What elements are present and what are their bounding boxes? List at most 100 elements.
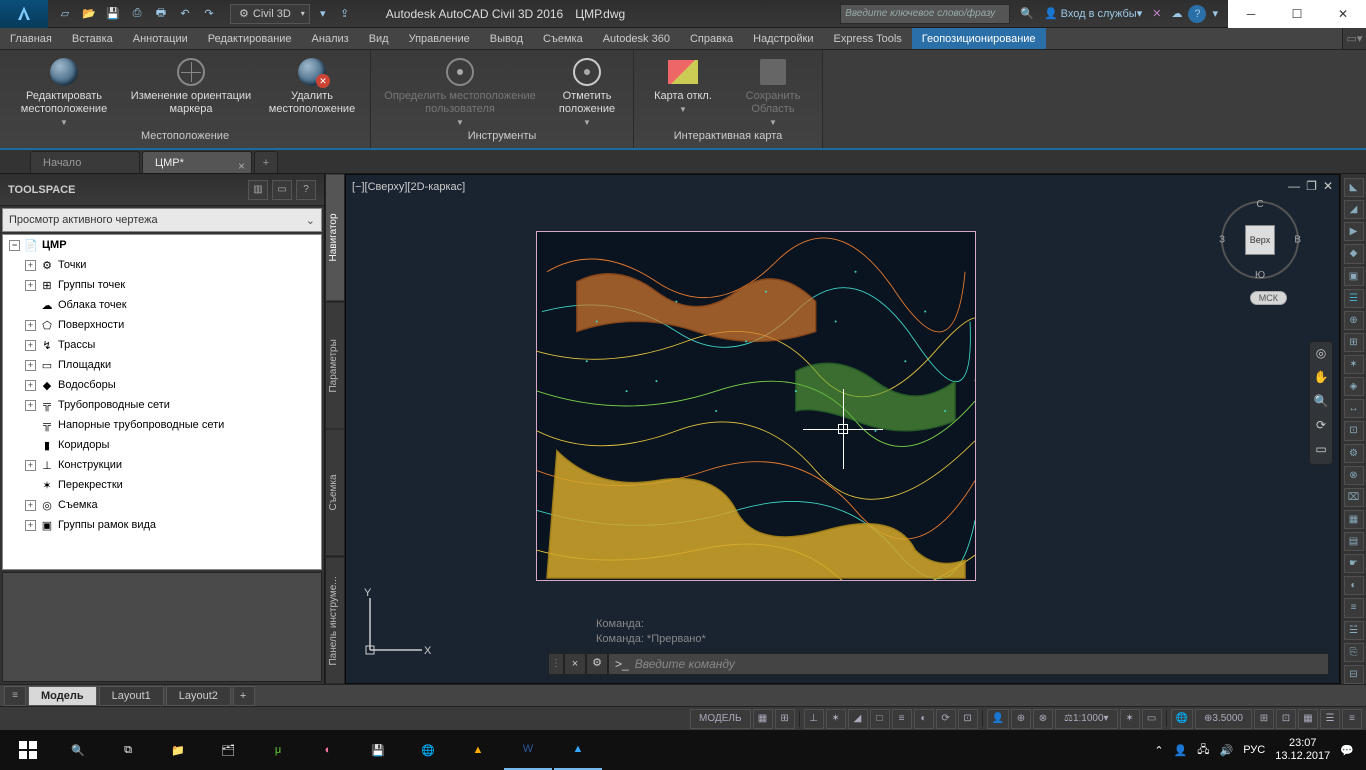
layout-nav-icon[interactable]: ≡ xyxy=(4,686,26,706)
orbit-icon[interactable]: ⟳ xyxy=(1312,418,1330,436)
remove-location-button[interactable]: Удалить местоположение xyxy=(258,52,366,130)
rt-btn[interactable]: ▣ xyxy=(1344,267,1364,286)
minimize-button[interactable]: ─ xyxy=(1228,0,1274,28)
anno-scale[interactable]: ⚖ 1:1000 ▾ xyxy=(1055,709,1118,729)
polar-icon[interactable]: ✶ xyxy=(826,709,846,729)
zoom-icon[interactable]: 🔍 xyxy=(1312,394,1330,412)
viewcube[interactable]: Верх С Ю В З xyxy=(1221,201,1299,279)
vtab-settings[interactable]: Параметры xyxy=(325,302,345,430)
ortho-icon[interactable]: ⊥ xyxy=(804,709,824,729)
tab-geolocation[interactable]: Геопозиционирование xyxy=(912,28,1046,49)
sb-btn[interactable]: 🌐 xyxy=(1171,709,1193,729)
explorer-icon[interactable]: 📁 xyxy=(154,730,202,770)
maximize-button[interactable]: ☐ xyxy=(1274,0,1320,28)
transparency-icon[interactable]: ◐ xyxy=(914,709,934,729)
saveas-icon[interactable]: ⎙ xyxy=(126,3,148,25)
modelspace-toggle[interactable]: МОДЕЛЬ xyxy=(690,709,750,729)
save-icon[interactable]: 💾 xyxy=(102,3,124,25)
tab-survey[interactable]: Съемка xyxy=(533,28,593,49)
search-button[interactable]: 🔍 xyxy=(54,730,102,770)
tree-item-pipenetworks[interactable]: +╦Трубопроводные сети xyxy=(3,395,321,415)
volume-icon[interactable]: 🔊 xyxy=(1220,744,1234,757)
snap-icon[interactable]: ⊞ xyxy=(775,709,795,729)
tree-item-intersections[interactable]: ✶Перекрестки xyxy=(3,475,321,495)
rt-btn[interactable]: ▶ xyxy=(1344,222,1364,241)
tree-item-alignments[interactable]: +↯Трассы xyxy=(3,335,321,355)
sb-btn[interactable]: ⊕ xyxy=(1011,709,1031,729)
doc-tab-start[interactable]: Начало xyxy=(30,151,140,173)
utorrent-icon[interactable]: μ xyxy=(254,730,302,770)
toolspace-view-dropdown[interactable]: Просмотр активного чертежа xyxy=(2,208,322,232)
word-icon[interactable]: W xyxy=(504,730,552,770)
new-doc-tab-button[interactable]: + xyxy=(254,151,278,173)
network-icon[interactable]: 🖧 xyxy=(1197,741,1209,760)
locate-me-button[interactable]: Определить местоположение пользователя▼ xyxy=(375,52,545,130)
app2-icon[interactable]: ▲ xyxy=(454,730,502,770)
save-app-icon[interactable]: 💾 xyxy=(354,730,402,770)
vtab-survey[interactable]: Съемка xyxy=(325,429,345,557)
command-input[interactable]: >_ Введите команду xyxy=(608,653,1329,675)
edit-location-button[interactable]: Редактировать местоположение▼ xyxy=(4,52,124,130)
showmotion-icon[interactable]: ▭ xyxy=(1312,442,1330,460)
vp-close-icon[interactable]: ✕ xyxy=(1323,179,1333,193)
reorient-marker-button[interactable]: Изменение ориентации маркера xyxy=(124,52,258,130)
tab-addons[interactable]: Надстройки xyxy=(743,28,823,49)
tree-item-assemblies[interactable]: +⊥Конструкции xyxy=(3,455,321,475)
grid-icon[interactable]: ▦ xyxy=(753,709,773,729)
elevation-readout[interactable]: ⊕ 3.5000 xyxy=(1195,709,1252,729)
rt-btn[interactable]: ▦ xyxy=(1344,510,1364,529)
vp-restore-icon[interactable]: ❐ xyxy=(1306,179,1317,193)
rt-btn[interactable]: ⎘ xyxy=(1344,643,1364,662)
people-icon[interactable]: 👤 xyxy=(1174,744,1188,757)
clock[interactable]: 23:07 13.12.2017 xyxy=(1275,737,1330,763)
notifications-icon[interactable]: 💬 xyxy=(1340,744,1354,757)
prospector-tree[interactable]: −📄ЦМР +⚙Точки +⊞Группы точек ☁Облака точ… xyxy=(2,234,322,570)
rt-btn[interactable]: ⊞ xyxy=(1344,333,1364,352)
a360-icon[interactable]: ☁ xyxy=(1167,3,1186,25)
search-go-icon[interactable]: 🔍 xyxy=(1016,3,1038,25)
undo-icon[interactable]: ↶ xyxy=(174,3,196,25)
sb-btn[interactable]: ✶ xyxy=(1120,709,1140,729)
help-dd-icon[interactable]: ▾ xyxy=(1208,3,1222,25)
mark-position-button[interactable]: Отметить положение▼ xyxy=(545,52,629,130)
sb-btn[interactable]: ⊞ xyxy=(1254,709,1274,729)
rt-btn[interactable]: ◈ xyxy=(1344,377,1364,396)
plot-icon[interactable]: 🖶 xyxy=(150,3,172,25)
sb-btn[interactable]: ☰ xyxy=(1320,709,1340,729)
tree-root[interactable]: −📄ЦМР xyxy=(3,235,321,255)
doc-tab-drawing[interactable]: ЦМР*× xyxy=(142,151,252,173)
taskview-button[interactable]: ⧉ xyxy=(104,730,152,770)
qat-dropdown-icon[interactable]: ▾ xyxy=(312,3,334,25)
tab-annotate[interactable]: Аннотации xyxy=(123,28,198,49)
rt-btn[interactable]: ⊡ xyxy=(1344,421,1364,440)
tree-item-sites[interactable]: +▭Площадки xyxy=(3,355,321,375)
coord-system-badge[interactable]: МСК xyxy=(1250,291,1287,305)
tree-item-pointgroups[interactable]: +⊞Группы точек xyxy=(3,275,321,295)
sb-btn[interactable]: ▦ xyxy=(1298,709,1318,729)
tree-item-catchments[interactable]: +◆Водосборы xyxy=(3,375,321,395)
rt-btn[interactable]: ▤ xyxy=(1344,532,1364,551)
tree-item-surfaces[interactable]: +⬠Поверхности xyxy=(3,315,321,335)
civil3d-taskbar-icon[interactable]: ▲ xyxy=(554,730,602,770)
cmdline-close-icon[interactable]: × xyxy=(564,653,586,675)
rt-btn[interactable]: ⌧ xyxy=(1344,488,1364,507)
viewport-controls-label[interactable]: [−][Сверху][2D-каркас] xyxy=(352,181,465,193)
close-button[interactable]: ✕ xyxy=(1320,0,1366,28)
toolspace-help-icon[interactable]: ? xyxy=(296,180,316,200)
tab-output[interactable]: Вывод xyxy=(480,28,533,49)
tab-express[interactable]: Express Tools xyxy=(823,28,911,49)
infocenter-search[interactable]: Введите ключевое слово/фразу xyxy=(840,4,1010,24)
viewcube-face[interactable]: Верх xyxy=(1245,225,1275,255)
layout-tab-2[interactable]: Layout2 xyxy=(166,686,231,706)
language-indicator[interactable]: РУС xyxy=(1243,744,1265,756)
rt-btn[interactable]: ☛ xyxy=(1344,554,1364,573)
vtab-toolbox[interactable]: Панель инструме... xyxy=(325,557,345,685)
exchange-icon[interactable]: ✕ xyxy=(1148,3,1165,25)
lineweight-icon[interactable]: ≡ xyxy=(892,709,912,729)
app-menu-button[interactable] xyxy=(0,0,48,28)
rt-btn[interactable]: ◣ xyxy=(1344,178,1364,197)
rt-btn[interactable]: ◢ xyxy=(1344,200,1364,219)
rt-btn[interactable]: ◐ xyxy=(1344,576,1364,595)
rt-btn[interactable]: ⊟ xyxy=(1344,665,1364,684)
cmdline-config-icon[interactable]: ⚙ xyxy=(586,653,608,675)
